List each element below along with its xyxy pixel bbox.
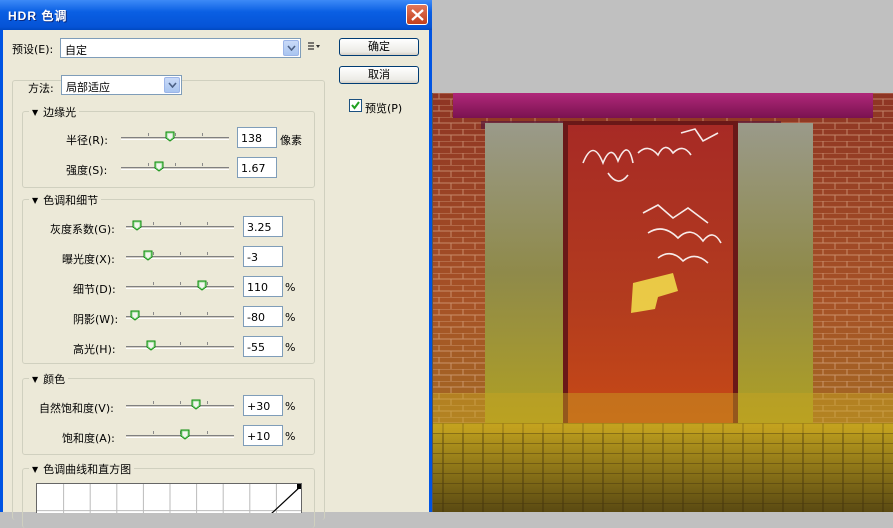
gamma-slider-thumb[interactable]	[132, 220, 142, 231]
color-title: 颜色	[43, 373, 66, 386]
collapse-triangle-icon[interactable]: ▼	[32, 108, 38, 117]
slider-tick	[153, 222, 154, 225]
exposure-input[interactable]: -3	[243, 246, 283, 267]
slider-tick	[180, 282, 181, 285]
detail-label: 细节(D):	[73, 283, 116, 296]
slider-tick	[153, 252, 154, 255]
slider-tick	[175, 163, 176, 166]
vibrance-slider-track[interactable]	[126, 405, 234, 408]
radius-input[interactable]: 138	[237, 127, 277, 148]
slider-tick	[207, 222, 208, 225]
shadow-input[interactable]: -80	[243, 306, 283, 327]
curve-grid	[37, 484, 301, 513]
slider-tick	[148, 133, 149, 136]
preset-dropdown[interactable]: 自定	[60, 38, 301, 58]
method-dropdown[interactable]: 局部适应	[61, 75, 182, 95]
detail-unit: %	[285, 281, 296, 294]
chevron-down-icon	[164, 77, 180, 93]
method-value: 局部适应	[66, 81, 110, 94]
saturation-label: 饱和度(A):	[62, 432, 115, 445]
tone-curve-graph[interactable]	[36, 483, 302, 513]
radius-label: 半径(R):	[66, 134, 108, 147]
vibrance-slider-thumb[interactable]	[191, 399, 201, 410]
slider-tick	[175, 133, 176, 136]
exposure-slider-thumb[interactable]	[143, 250, 153, 261]
radius-slider-track[interactable]	[121, 137, 229, 140]
preset-menu-icon[interactable]	[307, 41, 321, 53]
shadow-slider-thumb[interactable]	[130, 310, 140, 321]
slider-tick	[207, 431, 208, 434]
preview-label: 预览(P)	[365, 102, 403, 115]
hdr-preview-image	[432, 93, 893, 512]
radius-slider-thumb[interactable]	[165, 131, 175, 142]
curve-title: 色调曲线和直方图	[43, 463, 132, 476]
slider-tick	[202, 163, 203, 166]
saturation-input[interactable]: +10	[243, 425, 283, 446]
slider-tick	[153, 431, 154, 434]
close-button[interactable]	[406, 4, 428, 25]
hdr-toning-dialog: HDR 色调 预设(E): 自定 确定 取消 预览(P) 方法: 局部适应 ▼ …	[0, 0, 432, 528]
saturation-slider-thumb[interactable]	[180, 429, 190, 440]
collapse-triangle-icon[interactable]: ▼	[32, 196, 38, 205]
shadow-unit: %	[285, 311, 296, 324]
highlight-slider-track[interactable]	[126, 346, 234, 349]
slider-tick	[153, 401, 154, 404]
detail-slider-thumb[interactable]	[197, 280, 207, 291]
slider-tick	[180, 312, 181, 315]
close-icon	[411, 9, 424, 21]
collapse-triangle-icon[interactable]: ▼	[32, 375, 38, 384]
door-photo	[433, 93, 893, 512]
gamma-slider-track[interactable]	[126, 226, 234, 229]
method-label: 方法:	[28, 82, 54, 95]
slider-tick	[180, 222, 181, 225]
slider-tick	[180, 252, 181, 255]
detail-input[interactable]: 110	[243, 276, 283, 297]
window-title: HDR 色调	[8, 9, 68, 23]
gamma-input[interactable]: 3.25	[243, 216, 283, 237]
slider-tick	[180, 342, 181, 345]
edge-glow-title: 边缘光	[43, 106, 77, 119]
strength-label: 强度(S):	[66, 164, 108, 177]
radius-unit: 像素	[280, 134, 302, 147]
highlight-label: 高光(H):	[73, 343, 116, 356]
slider-tick	[180, 401, 181, 404]
slider-tick	[207, 342, 208, 345]
slider-tick	[207, 282, 208, 285]
shadow-slider-track[interactable]	[126, 316, 234, 319]
slider-tick	[148, 163, 149, 166]
shadow-label: 阴影(W):	[73, 313, 119, 326]
gamma-label: 灰度系数(G):	[50, 223, 115, 236]
slider-tick	[153, 312, 154, 315]
preview-checkbox[interactable]	[349, 99, 362, 112]
ok-button[interactable]: 确定	[339, 38, 419, 56]
detail-slider-track[interactable]	[126, 286, 234, 289]
exposure-label: 曝光度(X):	[62, 253, 115, 266]
preset-label: 预设(E):	[12, 43, 54, 56]
dialog-body: 预设(E): 自定 确定 取消 预览(P) 方法: 局部适应 ▼ 边缘光 半径(R…	[3, 30, 429, 528]
vibrance-label: 自然饱和度(V):	[39, 402, 114, 415]
saturation-unit: %	[285, 430, 296, 443]
vibrance-unit: %	[285, 400, 296, 413]
checkmark-icon	[351, 101, 360, 110]
slider-tick	[153, 282, 154, 285]
slider-tick	[207, 401, 208, 404]
highlight-input[interactable]: -55	[243, 336, 283, 357]
slider-tick	[207, 252, 208, 255]
highlight-unit: %	[285, 341, 296, 354]
preset-value: 自定	[65, 44, 87, 57]
slider-tick	[202, 133, 203, 136]
cancel-button[interactable]: 取消	[339, 66, 419, 84]
chevron-down-icon	[283, 40, 299, 56]
tone-detail-title: 色调和细节	[43, 194, 99, 207]
slider-tick	[207, 312, 208, 315]
strength-input[interactable]: 1.67	[237, 157, 277, 178]
strength-slider-track[interactable]	[121, 167, 229, 170]
strength-slider-thumb[interactable]	[154, 161, 164, 172]
highlight-slider-thumb[interactable]	[146, 340, 156, 351]
collapse-triangle-icon[interactable]: ▼	[32, 465, 38, 474]
vibrance-input[interactable]: +30	[243, 395, 283, 416]
title-bar[interactable]: HDR 色调	[0, 0, 432, 30]
